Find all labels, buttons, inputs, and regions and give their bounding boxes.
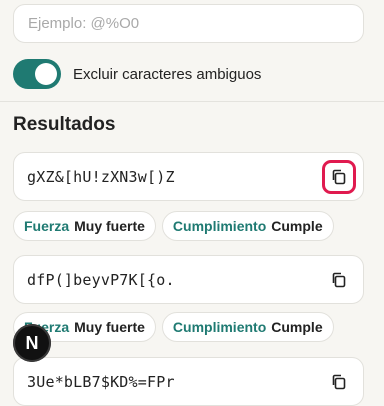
strength-value: Muy fuerte	[74, 218, 145, 234]
password-text: dfP(]beyvP7K[{o.	[27, 270, 175, 289]
copy-icon	[332, 272, 346, 287]
strength-badge: Fuerza Muy fuerte	[13, 211, 156, 241]
copy-icon	[332, 374, 346, 389]
next-logo-icon: N	[25, 332, 39, 353]
compliance-badge: Cumplimiento Cumple	[161, 312, 334, 342]
copy-password-button[interactable]	[327, 268, 351, 292]
strength-key: Fuerza	[24, 218, 70, 234]
results-heading: Resultados	[13, 114, 116, 135]
exclude-characters-field[interactable]	[13, 4, 364, 43]
password-text: gXZ&[hU!zXN3w[)Z	[27, 167, 175, 186]
exclude-characters-input[interactable]	[26, 14, 351, 33]
next-dev-tools-button[interactable]: N	[13, 324, 51, 362]
section-divider	[0, 101, 384, 102]
exclude-ambiguous-toggle[interactable]	[13, 59, 61, 89]
copy-icon	[332, 169, 346, 184]
password-text: 3Ue*bLB7$KD%=FPr	[27, 372, 175, 391]
compliance-key: Cumplimiento	[172, 218, 267, 234]
result-badges: Fuerza Muy fuerte Cumplimiento Cumple	[13, 312, 334, 342]
compliance-value: Cumple	[271, 218, 323, 234]
exclude-ambiguous-label: Excluir caracteres ambiguos	[73, 65, 262, 83]
strength-value: Muy fuerte	[74, 319, 145, 335]
compliance-key: Cumplimiento	[172, 319, 267, 335]
compliance-badge: Cumplimiento Cumple	[161, 211, 334, 241]
password-result-card: dfP(]beyvP7K[{o.	[13, 255, 364, 304]
compliance-value: Cumple	[271, 319, 323, 335]
copy-password-button[interactable]	[322, 159, 356, 194]
copy-password-button[interactable]	[327, 370, 351, 394]
password-result-card: 3Ue*bLB7$KD%=FPr	[13, 357, 364, 406]
result-badges: Fuerza Muy fuerte Cumplimiento Cumple	[13, 211, 334, 241]
password-result-card: gXZ&[hU!zXN3w[)Z	[13, 152, 364, 201]
toggle-knob	[35, 63, 57, 85]
ambiguous-toggle-row: Excluir caracteres ambiguos	[13, 59, 261, 89]
